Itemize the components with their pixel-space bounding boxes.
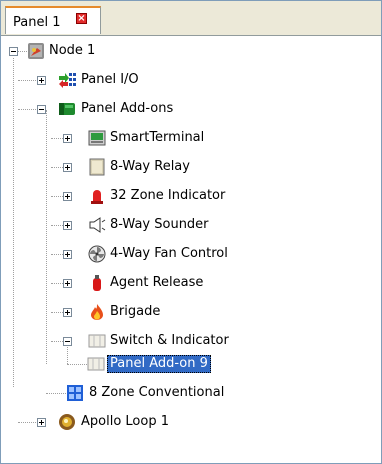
tree-line	[18, 51, 27, 52]
switch-indicator-icon	[87, 357, 105, 371]
collapse-toggle[interactable]	[63, 337, 72, 346]
smart-terminal-icon	[88, 130, 106, 146]
tree-item-node-1[interactable]: Node 1	[49, 42, 95, 60]
tree-item-agent-release[interactable]: Agent Release	[110, 274, 203, 292]
tree-line	[67, 364, 87, 365]
tree-line	[51, 283, 63, 284]
loop-icon	[59, 414, 75, 430]
extinguisher-icon	[93, 275, 101, 291]
tab-close-icon[interactable]: ×	[76, 13, 87, 24]
tab-label: Panel 1	[13, 15, 61, 30]
tree-item-8-way-relay[interactable]: 8-Way Relay	[110, 158, 190, 176]
tree-item-panel-add-on-9[interactable]: Panel Add-on 9	[107, 355, 211, 373]
expand-toggle[interactable]	[37, 76, 46, 85]
switch-indicator-icon	[88, 334, 106, 348]
tree-line	[51, 312, 63, 313]
collapse-toggle[interactable]	[37, 105, 46, 114]
expand-toggle[interactable]	[63, 221, 72, 230]
fan-icon	[88, 245, 106, 263]
tree-item-switch-indicator[interactable]: Switch & Indicator	[110, 332, 229, 350]
tree-item-smartterminal[interactable]: SmartTerminal	[110, 129, 204, 147]
tree-item-8-way-sounder[interactable]: 8-Way Sounder	[110, 216, 209, 234]
relay-icon	[89, 158, 105, 176]
tree-item-32-zone-indicator[interactable]: 32 Zone Indicator	[110, 187, 225, 205]
node-icon	[28, 43, 44, 59]
expand-toggle[interactable]	[63, 134, 72, 143]
expand-toggle[interactable]	[63, 250, 72, 259]
expand-toggle[interactable]	[63, 192, 72, 201]
conventional-zone-icon	[67, 385, 83, 401]
expand-toggle[interactable]	[63, 308, 72, 317]
tree-item-panel-io[interactable]: Panel I/O	[81, 71, 139, 89]
tree-item-4-way-fan-control[interactable]: 4-Way Fan Control	[110, 245, 228, 263]
tree-line	[51, 138, 63, 139]
flame-icon	[91, 304, 103, 320]
tree-line	[51, 341, 63, 342]
tree-line	[51, 254, 63, 255]
tree-item-brigade[interactable]: Brigade	[110, 303, 160, 321]
tab-strip: Panel 1 ×	[1, 1, 381, 36]
collapse-toggle[interactable]	[9, 47, 18, 56]
tree-line	[51, 225, 63, 226]
panel-addons-icon	[59, 103, 75, 115]
indicator-lamp-icon	[91, 190, 103, 204]
tab-panel-1[interactable]: Panel 1 ×	[5, 6, 101, 34]
panel-window: Panel 1 × Node 1 Panel I/O Panel Add-ons…	[0, 0, 382, 464]
expand-toggle[interactable]	[37, 418, 46, 427]
tree-line	[51, 196, 63, 197]
tree-item-apollo-loop-1[interactable]: Apollo Loop 1	[81, 413, 169, 431]
tree-line	[46, 393, 66, 394]
expand-toggle[interactable]	[63, 279, 72, 288]
tree-line	[13, 58, 14, 387]
tree-item-panel-addons[interactable]: Panel Add-ons	[81, 100, 173, 118]
tree-line	[51, 167, 63, 168]
tree-item-8-zone-conventional[interactable]: 8 Zone Conventional	[89, 384, 224, 402]
device-tree: Node 1 Panel I/O Panel Add-ons SmartTerm…	[1, 37, 381, 461]
expand-toggle[interactable]	[63, 163, 72, 172]
tree-line	[46, 110, 47, 364]
sounder-icon	[89, 217, 106, 233]
panel-io-icon	[59, 73, 76, 88]
